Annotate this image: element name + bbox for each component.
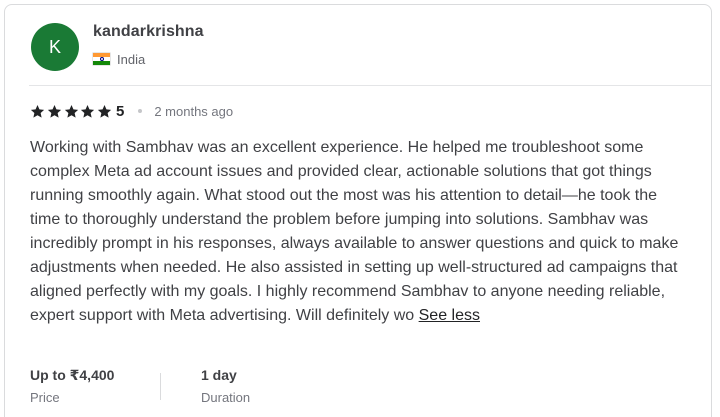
star-icon — [80, 104, 95, 119]
review-text: Working with Sambhav was an excellent ex… — [30, 139, 679, 324]
india-flag-icon — [93, 53, 110, 65]
see-less-link[interactable]: See less — [419, 307, 480, 324]
review-card: K kandarkrishna India 5 2 months ago Wor… — [4, 4, 712, 417]
star-icon — [64, 104, 79, 119]
avatar-letter: K — [48, 36, 61, 57]
review-time: 2 months ago — [154, 103, 234, 119]
meta-divider — [160, 373, 161, 400]
duration-value: 1 day — [201, 367, 237, 383]
price-block: Up to ₹4,400 Price — [30, 367, 160, 405]
star-rating — [30, 104, 114, 119]
price-label: Price — [30, 390, 60, 405]
review-body: Working with Sambhav was an excellent ex… — [30, 136, 690, 328]
separator-dot — [138, 109, 143, 113]
star-icon — [47, 104, 62, 119]
duration-block: 1 day Duration — [201, 367, 250, 405]
reviewer-country: India — [93, 51, 145, 67]
divider — [29, 85, 711, 86]
duration-label: Duration — [201, 390, 251, 405]
rating-value: 5 — [115, 102, 125, 120]
star-icon — [30, 104, 45, 119]
review-meta: Up to ₹4,400 Price 1 day Duration — [30, 367, 250, 405]
rating-row: 5 2 months ago — [30, 102, 233, 120]
country-name: India — [117, 51, 146, 67]
price-value: Up to ₹4,400 — [30, 367, 115, 383]
star-icon — [97, 104, 112, 119]
reviewer-username[interactable]: kandarkrishna — [93, 23, 204, 41]
avatar[interactable]: K — [31, 23, 79, 71]
